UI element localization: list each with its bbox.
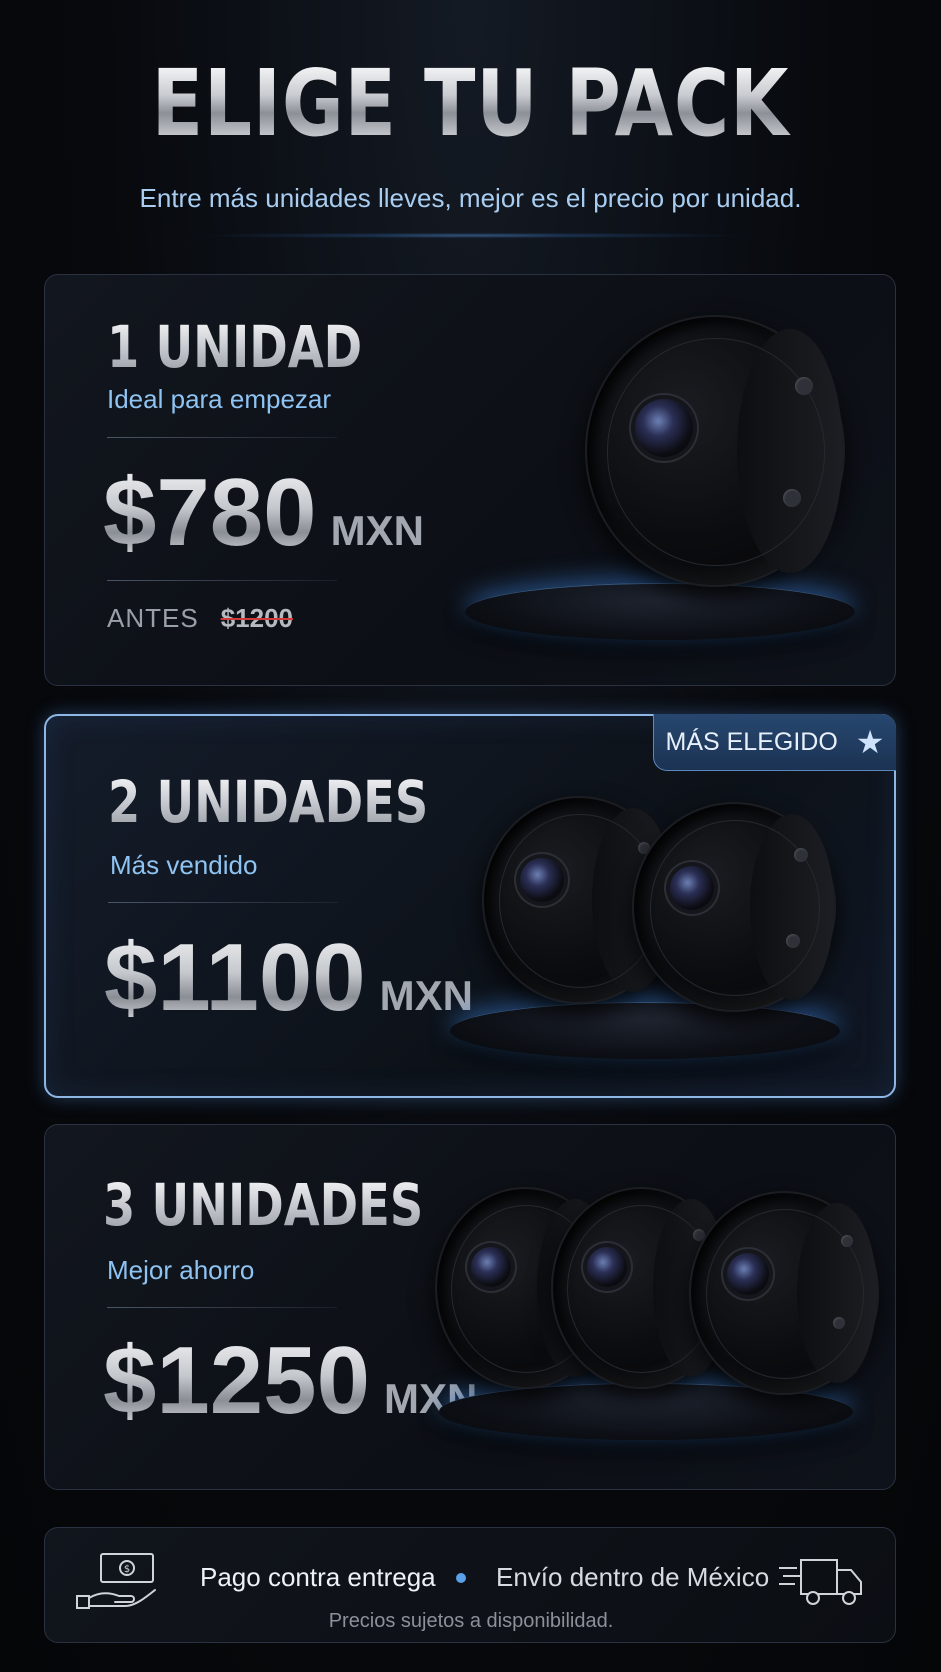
price-row: $780 MXN [103,465,424,561]
display-platform [450,1002,840,1059]
pack-price: $1100 [104,924,366,1031]
pack-subtitle: Mejor ahorro [107,1255,255,1285]
pack-card-1-unidad[interactable]: 1 UNIDAD Ideal para empezar $780 MXN ANTE… [44,274,896,686]
mini-camera-icon [632,802,836,1012]
before-price-strikethrough: $1200 [220,603,293,633]
pack-price: $1250 [103,1327,370,1434]
pack-title: 2 UNIDADES [108,768,429,836]
cash-hand-icon: $ [76,1553,156,1609]
price-row: $1250 MXN [103,1333,477,1429]
page-subtitle: Entre más unidades lleves, mejor es el p… [139,183,802,213]
divider [108,902,338,903]
footer-benefits: $ Pago contra entrega Envío dentro de Mé… [45,1553,897,1609]
pack-title: 3 UNIDADES [103,1171,424,1239]
star-icon: ★ [855,724,885,760]
divider [107,437,337,438]
mini-camera-icon [689,1191,879,1395]
pack-subtitle: Más vendido [110,850,258,880]
camera-product-image [455,315,875,675]
display-platform [465,583,855,640]
pack-title: 1 UNIDAD [107,313,363,381]
before-label: ANTES [107,603,199,633]
availability-note: Precios sujetos a disponibilidad. [328,1610,614,1632]
header-glow-divider [180,234,760,237]
camera-product-image [438,796,898,1096]
payment-on-delivery-text: Pago contra entrega [200,1562,436,1592]
most-chosen-badge: MÁS ELEGIDO ★ [653,714,896,771]
separator-dot [456,1573,466,1583]
camera-product-image [435,1187,897,1487]
currency-label: MXN [330,507,424,554]
divider [107,580,337,581]
pack-subtitle: Ideal para empezar [107,384,332,414]
pack-price: $780 [103,459,317,566]
pack-card-3-unidades[interactable]: 3 UNIDADES Mejor ahorro $1250 MXN [44,1124,896,1490]
previous-price: ANTES $1200 [107,603,293,634]
price-row: $1100 MXN [104,930,473,1026]
svg-text:$: $ [124,1564,130,1575]
pack-selector-page: ELIGE TU PACK Entre más unidades lleves,… [0,0,941,1672]
page-title: ELIGE TU PACK [85,58,857,150]
pack-card-2-unidades[interactable]: MÁS ELEGIDO ★ 2 UNIDADES Más vendido $11… [44,714,896,1098]
badge-label: MÁS ELEGIDO [665,727,838,756]
delivery-truck-icon [779,1559,862,1605]
mini-camera-icon [585,315,845,587]
info-footer: $ Pago contra entrega Envío dentro de Mé… [44,1527,896,1643]
shipping-mexico-text: Envío dentro de México [496,1562,770,1592]
divider [107,1307,337,1308]
